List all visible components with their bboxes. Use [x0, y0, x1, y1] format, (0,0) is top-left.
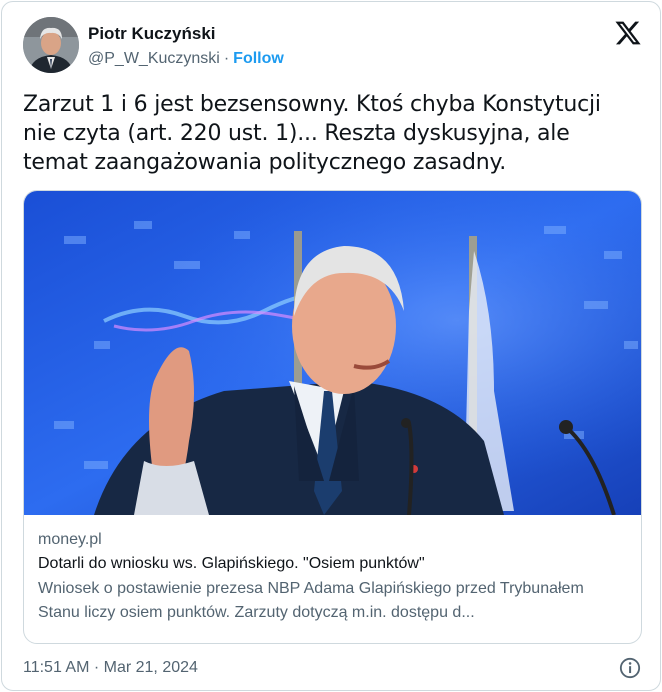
x-logo-icon[interactable]: [614, 19, 642, 47]
author-display-name[interactable]: Piotr Kuczyński: [88, 23, 284, 45]
avatar[interactable]: [23, 17, 79, 73]
link-description: Wniosek o postawienie prezesa NBP Adama …: [38, 580, 584, 621]
tweet-card: Piotr Kuczyński @P_W_Kuczynski · Follow Za…: [1, 1, 661, 691]
link-preview-image[interactable]: [24, 191, 641, 516]
info-icon[interactable]: [619, 657, 641, 679]
author-handle[interactable]: @P_W_Kuczynski: [88, 50, 220, 67]
tweet-text: Zarzut 1 i 6 jest bezsensowny. Ktoś chyb…: [23, 92, 601, 175]
tweet-timestamp[interactable]: 11:51 AM · Mar 21, 2024: [23, 659, 198, 676]
tweet-footer: 11:51 AM · Mar 21, 2024: [23, 657, 643, 681]
link-domain: money.pl: [38, 531, 102, 548]
link-preview-meta: money.pl Dotarli do wniosku ws. Glapińsk…: [38, 529, 628, 625]
link-preview-card[interactable]: money.pl Dotarli do wniosku ws. Glapińsk…: [23, 190, 642, 644]
tweet-header: Piotr Kuczyński @P_W_Kuczynski · Follow: [23, 17, 643, 75]
follow-button[interactable]: Follow: [233, 50, 284, 67]
author-handle-row: @P_W_Kuczynski · Follow: [88, 48, 284, 70]
author-names: Piotr Kuczyński @P_W_Kuczynski · Follow: [88, 23, 284, 70]
separator-dot: ·: [223, 50, 230, 67]
link-headline: Dotarli do wniosku ws. Glapińskiego. "Os…: [38, 555, 425, 572]
